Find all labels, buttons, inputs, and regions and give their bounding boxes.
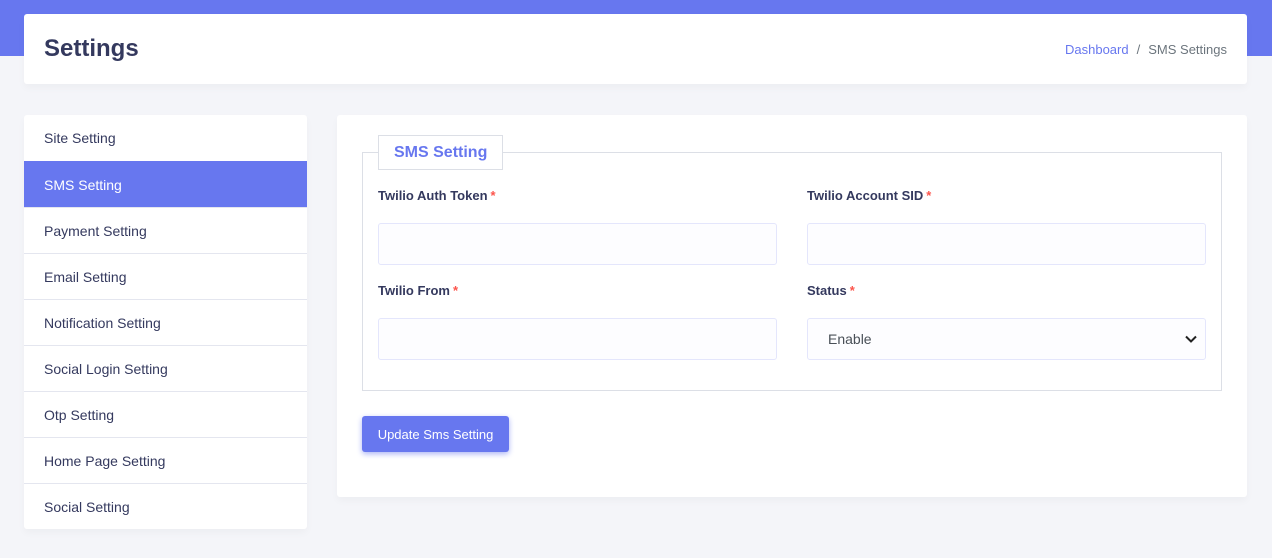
sidebar-item-label: Email Setting <box>44 268 127 285</box>
auth-token-group: Twilio Auth Token * <box>378 188 777 265</box>
status-group: Status * Enable <box>807 283 1206 360</box>
auth-token-label: Twilio Auth Token * <box>378 188 496 203</box>
chevron-down-icon <box>1185 332 1197 346</box>
settings-sidebar: Site Setting SMS Setting Payment Setting… <box>24 115 307 529</box>
account-sid-label: Twilio Account SID * <box>807 188 932 203</box>
breadcrumb-current: SMS Settings <box>1148 41 1227 57</box>
account-sid-group: Twilio Account SID * <box>807 188 1206 265</box>
sidebar-item-label: Home Page Setting <box>44 452 166 469</box>
sms-setting-card: Twilio Auth Token * Twilio Account SID * T… <box>337 115 1247 497</box>
status-label: Status * <box>807 283 855 298</box>
twilio-from-group: Twilio From * <box>378 283 777 360</box>
sidebar-item-label: Social Login Setting <box>44 360 168 377</box>
sidebar-item-site-setting[interactable]: Site Setting <box>24 115 307 161</box>
breadcrumb-dashboard-link[interactable]: Dashboard <box>1065 42 1129 57</box>
sidebar-item-email-setting[interactable]: Email Setting <box>24 253 307 299</box>
required-marker: * <box>849 283 855 298</box>
sidebar-item-otp-setting[interactable]: Otp Setting <box>24 391 307 437</box>
sidebar-item-home-page-setting[interactable]: Home Page Setting <box>24 437 307 483</box>
page-title: Settings <box>44 35 139 62</box>
status-select[interactable]: Enable <box>807 318 1206 360</box>
sidebar-item-label: SMS Setting <box>44 176 122 193</box>
breadcrumb-separator: / <box>1136 41 1141 57</box>
sidebar-item-label: Payment Setting <box>44 222 147 239</box>
twilio-from-input[interactable] <box>378 318 777 360</box>
page-header: Settings Dashboard / SMS Settings <box>24 14 1247 84</box>
twilio-from-label: Twilio From * <box>378 283 459 298</box>
sidebar-item-social-setting[interactable]: Social Setting <box>24 483 307 529</box>
sidebar-item-label: Social Setting <box>44 498 130 515</box>
update-sms-setting-button[interactable]: Update Sms Setting <box>362 416 509 452</box>
sidebar-item-sms-setting[interactable]: SMS Setting <box>24 161 307 207</box>
account-sid-input[interactable] <box>807 223 1206 265</box>
sidebar-item-payment-setting[interactable]: Payment Setting <box>24 207 307 253</box>
sidebar-item-label: Otp Setting <box>44 406 115 423</box>
sms-setting-legend: SMS Setting <box>378 135 504 170</box>
sidebar-item-label: Notification Setting <box>44 314 161 331</box>
required-marker: * <box>452 283 459 298</box>
sidebar-item-social-login-setting[interactable]: Social Login Setting <box>24 345 307 391</box>
sms-setting-fieldset: Twilio Auth Token * Twilio Account SID * T… <box>362 152 1222 391</box>
status-selected-value: Enable <box>828 331 872 347</box>
breadcrumb: Dashboard / SMS Settings <box>1065 42 1227 57</box>
sidebar-item-label: Site Setting <box>44 130 116 146</box>
required-marker: * <box>926 188 932 203</box>
sidebar-item-notification-setting[interactable]: Notification Setting <box>24 299 307 345</box>
required-marker: * <box>490 188 496 203</box>
auth-token-input[interactable] <box>378 223 777 265</box>
